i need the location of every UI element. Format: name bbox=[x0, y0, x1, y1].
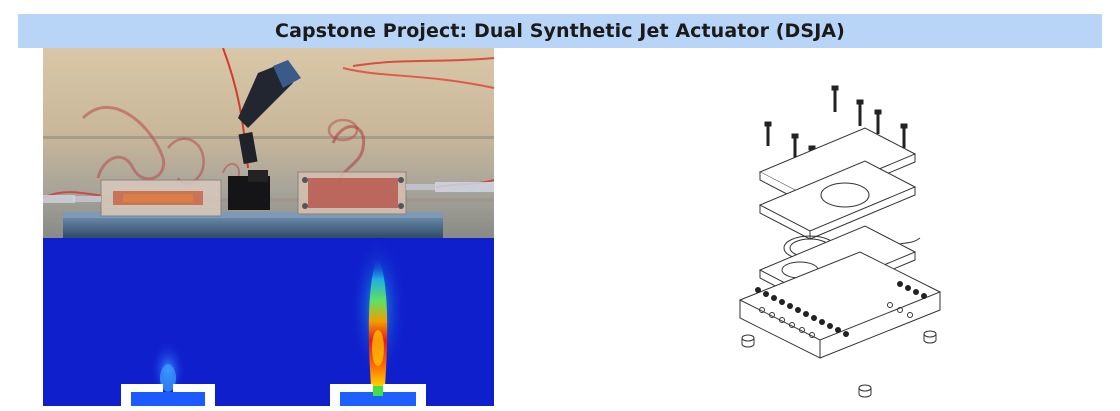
prototype-photo bbox=[43, 48, 494, 238]
simulation-contour bbox=[43, 238, 494, 406]
page-title: Capstone Project: Dual Synthetic Jet Act… bbox=[275, 20, 845, 42]
exploded-assembly-drawing bbox=[700, 70, 980, 406]
title-bar: Capstone Project: Dual Synthetic Jet Act… bbox=[18, 14, 1102, 48]
